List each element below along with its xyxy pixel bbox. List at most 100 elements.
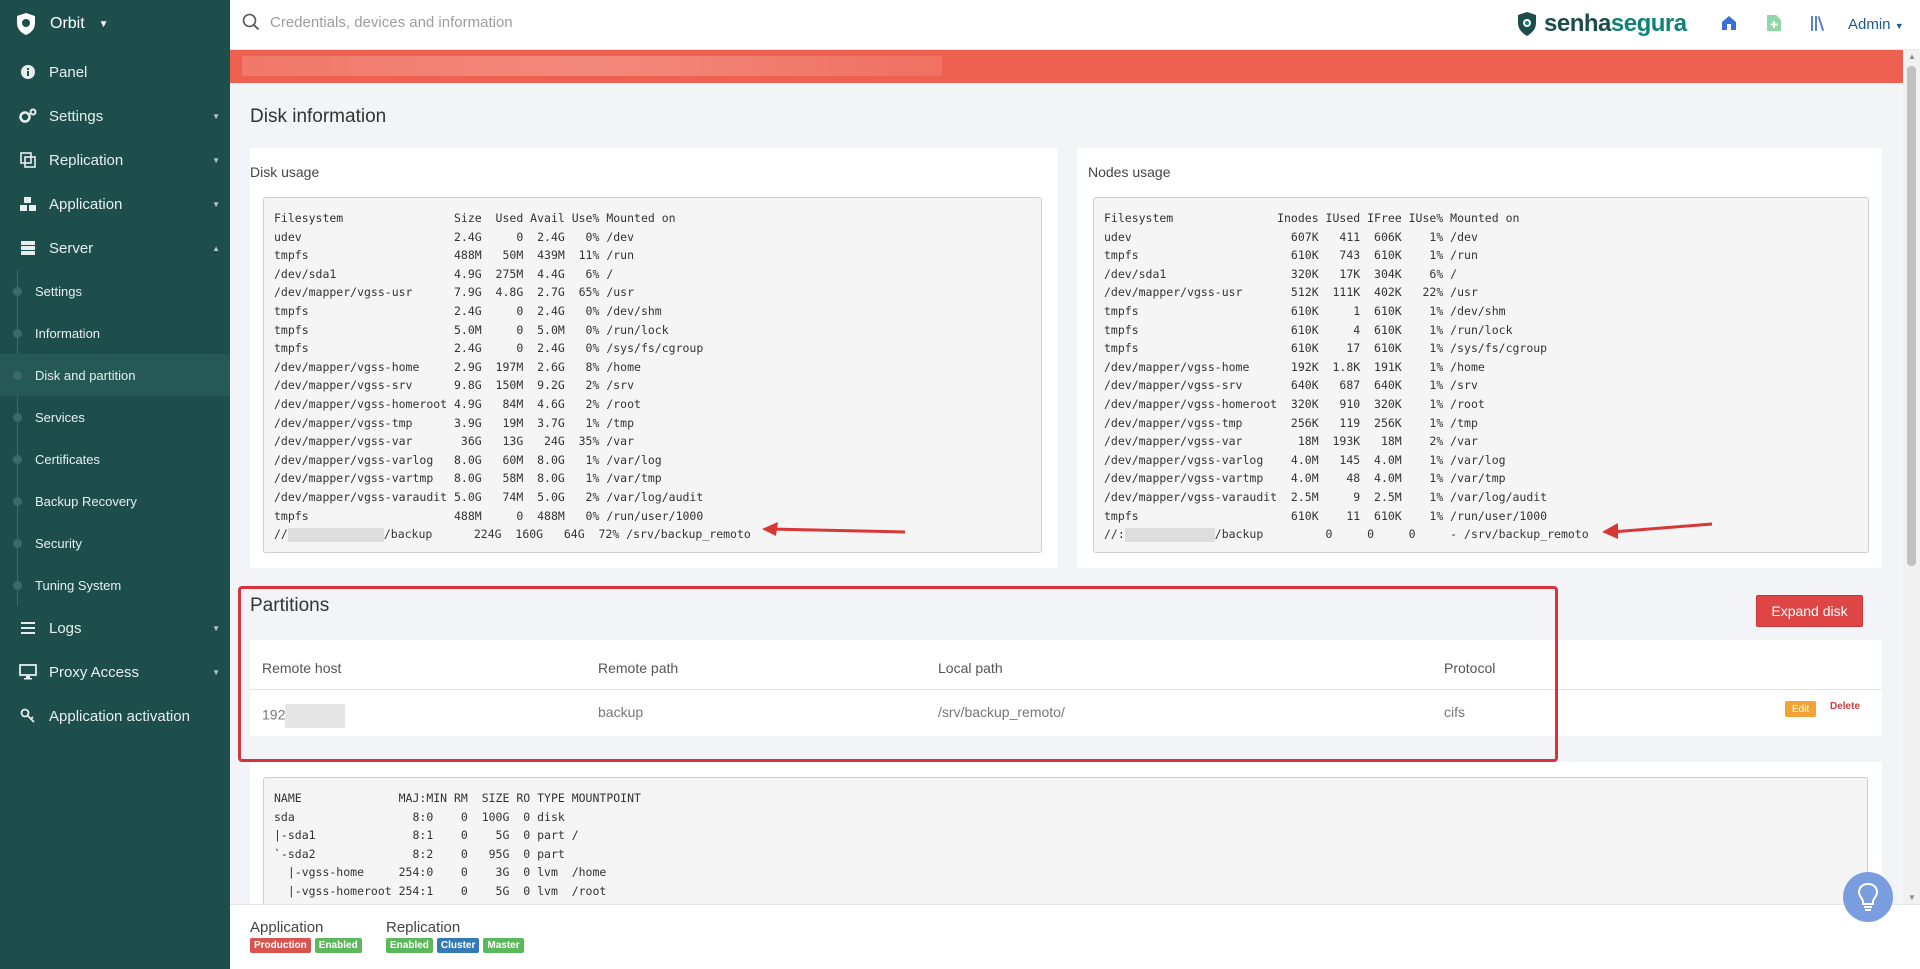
bullet-icon bbox=[13, 580, 22, 590]
nodes-usage-line: tmpfs 610K 11 610K 1% /run/user/1000 bbox=[1104, 508, 1548, 523]
sidebar-item-proxy-access[interactable]: Proxy Access ▼ bbox=[0, 650, 230, 694]
key-icon bbox=[18, 706, 38, 726]
card-title: Nodes usage bbox=[1088, 164, 1171, 180]
nodes-usage-lines: udev 607K 411 606K 1% /dev tmpfs 610K 743… bbox=[1104, 228, 1868, 526]
chevron-up-icon: ▲ bbox=[212, 243, 220, 253]
disk-usage-line: /dev/mapper/vgss-home 2.9G 197M 2.6G 8% … bbox=[274, 359, 641, 374]
disk-usage-line: tmpfs 488M 0 488M 0% /run/user/1000 bbox=[274, 508, 704, 523]
disk-usage-lines: udev 2.4G 0 2.4G 0% /dev tmpfs 488M 50M 4… bbox=[274, 228, 1041, 526]
desktop-icon bbox=[18, 662, 38, 682]
sidebar-item-settings[interactable]: Settings ▼ bbox=[0, 94, 230, 138]
chevron-down-icon: ▼ bbox=[212, 199, 220, 209]
sidebar-subitem-tuning-system[interactable]: Tuning System bbox=[0, 564, 230, 606]
section-title-partitions: Partitions bbox=[250, 595, 330, 616]
sidebar-item-application-activation[interactable]: Application activation bbox=[0, 694, 230, 738]
sidebar-subitem-label: Settings bbox=[35, 283, 82, 299]
disk-usage-line: udev 2.4G 0 2.4G 0% /dev bbox=[274, 229, 635, 244]
help-lightbulb-button[interactable] bbox=[1843, 872, 1893, 922]
application-badges: Production Enabled bbox=[250, 938, 362, 953]
disk-usage-card: Disk usage Filesystem Size Used Avail Us… bbox=[250, 148, 1057, 568]
gears-icon bbox=[18, 106, 38, 126]
table-row: 192 backup /srv/backup_remoto/ cifs Edit… bbox=[250, 690, 1882, 736]
sidebar-item-logs[interactable]: Logs ▼ bbox=[0, 606, 230, 650]
sidebar-item-server[interactable]: Server ▲ bbox=[0, 226, 230, 270]
annotation-arrow bbox=[1602, 522, 1713, 539]
nodes-usage-line: /dev/mapper/vgss-tmp 256K 119 256K 1% /t… bbox=[1104, 415, 1478, 430]
replication-status: Replication Enabled Cluster Master bbox=[386, 919, 524, 953]
nodes-usage-line: /dev/mapper/vgss-var 18M 193K 18M 2% /va… bbox=[1104, 434, 1478, 449]
info-icon bbox=[18, 62, 38, 82]
sidebar-subitem-services[interactable]: Services bbox=[0, 396, 230, 438]
lsblk-line: NAME MAJ:MIN RM SIZE RO TYPE MOUNTPOINT bbox=[274, 791, 641, 805]
sidebar-subitem-certificates[interactable]: Certificates bbox=[0, 438, 230, 480]
scroll-down-icon[interactable]: ▼ bbox=[1908, 893, 1916, 902]
partitions-table-header: Remote host Remote path Local path Proto… bbox=[250, 640, 1882, 690]
bullet-icon bbox=[13, 370, 22, 380]
sidebar-subitem-label: Information bbox=[35, 325, 101, 341]
sidebar-subitem-backup-recovery[interactable]: Backup Recovery bbox=[0, 480, 230, 522]
scroll-up-icon[interactable]: ▲ bbox=[1908, 52, 1916, 61]
lsblk-line: |-vgss-home 254:0 0 3G 0 lvm /home bbox=[274, 865, 607, 880]
brand-menu[interactable]: Orbit ▼ bbox=[0, 0, 230, 48]
logo-text-part2: segura bbox=[1610, 10, 1687, 37]
nodes-usage-line: /dev/mapper/vgss-homeroot 320K 910 320K … bbox=[1104, 396, 1485, 411]
sidebar-subitem-information[interactable]: Information bbox=[0, 312, 230, 354]
nodes-usage-line: /dev/mapper/vgss-varlog 4.0M 145 4.0M 1%… bbox=[1104, 452, 1506, 467]
bullet-icon bbox=[13, 286, 22, 296]
sidebar-item-application[interactable]: Application ▼ bbox=[0, 182, 230, 226]
sidebar-item-panel[interactable]: Panel bbox=[0, 50, 230, 94]
line-suffix: /backup 0 0 0 - /srv/backup_remoto bbox=[1214, 527, 1589, 542]
nodes-usage-output: Filesystem Inodes IUsed IFree IUse% Moun… bbox=[1093, 197, 1869, 553]
sidebar-item-label: Application activation bbox=[49, 707, 190, 725]
server-submenu: Settings Information Disk and partition … bbox=[0, 270, 230, 606]
nodes-usage-last-line: //: /backup 0 0 0 - /srv/backup_remoto bbox=[1104, 525, 1868, 544]
search-icon bbox=[242, 13, 260, 31]
nodes-usage-line: /dev/mapper/vgss-home 192K 1.8K 191K 1% … bbox=[1104, 359, 1485, 374]
search-box bbox=[242, 13, 790, 31]
delete-button[interactable]: Delete bbox=[1830, 701, 1860, 712]
list-icon bbox=[18, 618, 38, 638]
user-menu[interactable]: Admin ▼ bbox=[1848, 16, 1904, 33]
sidebar-subitem-settings[interactable]: Settings bbox=[0, 270, 230, 312]
sidebar-subitem-label: Certificates bbox=[35, 451, 101, 467]
disk-usage-line: /dev/mapper/vgss-homeroot 4.9G 84M 4.6G … bbox=[274, 396, 641, 411]
status-badge: Master bbox=[483, 938, 524, 953]
column-header: Remote host bbox=[262, 660, 342, 676]
sidebar-item-label: Application bbox=[49, 195, 123, 213]
application-label: Application bbox=[250, 919, 324, 936]
add-document-icon[interactable] bbox=[1766, 14, 1782, 32]
sidebar: Orbit ▼ Panel Settings ▼ Replication ▼ A… bbox=[0, 0, 230, 969]
lsblk-line: |-vgss-homeroot 254:1 0 5G 0 lvm /root bbox=[274, 883, 607, 898]
vertical-scrollbar[interactable]: ▲ ▼ bbox=[1903, 50, 1920, 904]
status-badge: Production bbox=[250, 938, 311, 953]
search-input[interactable] bbox=[270, 13, 790, 31]
sidebar-subitem-label: Disk and partition bbox=[35, 367, 136, 383]
sidebar-subitem-security[interactable]: Security bbox=[0, 522, 230, 564]
nodes-usage-line: tmpfs 610K 1 610K 1% /dev/shm bbox=[1104, 303, 1506, 318]
top-icons bbox=[1720, 14, 1830, 32]
disk-usage-line: tmpfs 2.4G 0 2.4G 0% /sys/fs/cgroup bbox=[274, 341, 704, 356]
blurred-text bbox=[242, 56, 942, 76]
sidebar-subitem-disk-and-partition[interactable]: Disk and partition bbox=[0, 354, 230, 396]
sidebar-subitem-label: Backup Recovery bbox=[35, 493, 137, 509]
local-path-cell: /srv/backup_remoto/ bbox=[938, 704, 1065, 720]
disk-usage-line: /dev/mapper/vgss-usr 7.9G 4.8G 2.7G 65% … bbox=[274, 285, 635, 300]
redacted-block bbox=[1124, 527, 1215, 542]
disk-usage-header: Filesystem Size Used Avail Use% Mounted … bbox=[274, 211, 676, 225]
nodes-usage-card: Nodes usage Filesystem Inodes IUsed IFre… bbox=[1077, 148, 1882, 568]
nodes-usage-line: udev 607K 411 606K 1% /dev bbox=[1104, 229, 1478, 244]
replication-badges: Enabled Cluster Master bbox=[386, 938, 524, 953]
line-prefix: // bbox=[274, 527, 288, 542]
edit-button[interactable]: Edit bbox=[1785, 701, 1817, 717]
disk-usage-line: /dev/mapper/vgss-vartmp 8.0G 58M 8.0G 1%… bbox=[274, 471, 662, 486]
scrollbar-thumb[interactable] bbox=[1907, 66, 1916, 566]
home-icon[interactable] bbox=[1720, 14, 1738, 32]
nodes-usage-line: /dev/mapper/vgss-vartmp 4.0M 48 4.0M 1% … bbox=[1104, 471, 1506, 486]
nodes-usage-line: /dev/mapper/vgss-usr 512K 111K 402K 22% … bbox=[1104, 285, 1478, 300]
sidebar-item-label: Settings bbox=[49, 107, 104, 125]
library-icon[interactable] bbox=[1810, 14, 1830, 32]
lsblk-line: sda 8:0 0 100G 0 disk bbox=[274, 809, 565, 824]
expand-disk-button[interactable]: Expand disk bbox=[1756, 595, 1863, 627]
replication-label: Replication bbox=[386, 919, 461, 936]
sidebar-item-replication[interactable]: Replication ▼ bbox=[0, 138, 230, 182]
